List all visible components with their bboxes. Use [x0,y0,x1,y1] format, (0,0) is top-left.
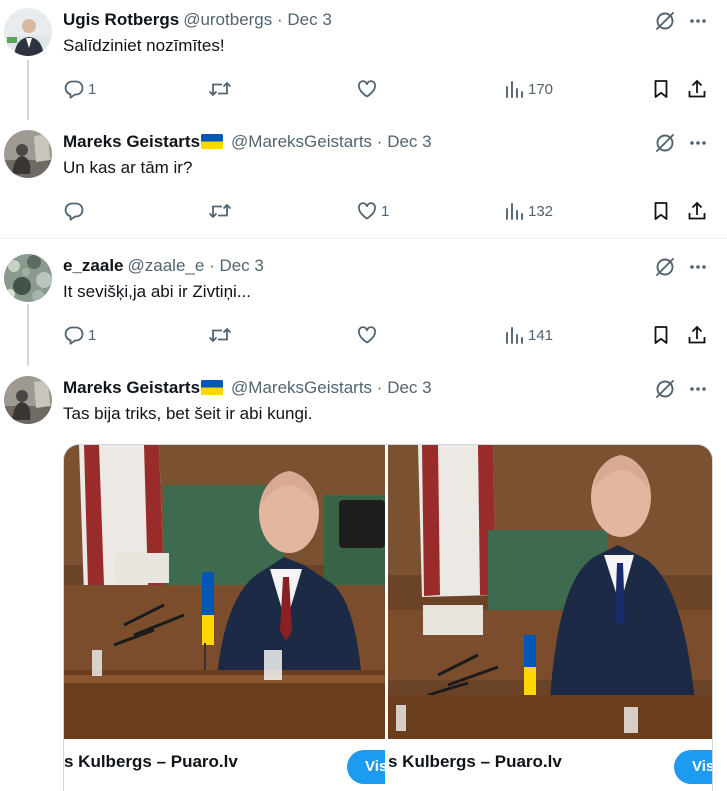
bookmark-icon [654,202,668,220]
share-button[interactable] [686,199,708,223]
share-icon [688,79,706,98]
like-count: 1 [381,202,390,220]
tweet-date[interactable]: Dec 3 [219,256,263,275]
view-count: 170 [528,80,554,98]
avatar[interactable] [4,254,52,302]
avatar[interactable] [4,376,52,424]
grok-icon[interactable] [654,132,676,154]
share-button[interactable] [686,323,708,347]
reply-count: 1 [88,326,97,344]
separator-dot: · [376,132,383,151]
reply-button[interactable]: 1 [63,323,96,347]
media-divider [385,445,388,791]
tweet-actions: 1 170 [0,77,727,101]
grok-icon[interactable] [654,378,676,400]
views-button[interactable]: 132 [503,199,553,223]
more-icon[interactable] [686,132,710,154]
heart-icon [358,326,376,344]
heart-icon [358,202,376,220]
avatar[interactable] [4,8,52,56]
author-name[interactable]: Mareks Geistarts [63,132,200,151]
retweet-button[interactable] [207,199,236,223]
heart-icon [358,80,376,98]
more-icon[interactable] [686,378,710,400]
tweet-text: Tas bija triks, bet šeit ir abi kungi. [63,404,313,423]
card-caption[interactable]: s Kulbergs – Puaro.lv [64,752,238,772]
view-count: 141 [528,326,554,344]
reply-count: 1 [88,80,97,98]
retweet-button[interactable] [207,323,236,347]
share-icon [688,201,706,220]
card-caption-bar[interactable]: s Kulbergs – Puaro.lv Visit [388,739,712,791]
visit-button[interactable]: Visit [674,750,712,784]
retweet-icon [208,327,232,343]
ukraine-flag-icon [201,134,224,149]
media-gallery: s Kulbergs – Puaro.lv Visit s Kulbergs –… [63,444,713,791]
tweet-header: e_zaale @zaale_e · Dec 3 [63,254,264,278]
views-button[interactable]: 170 [503,77,553,101]
like-button[interactable]: 1 [356,199,389,223]
ukraine-flag-icon [201,380,224,395]
like-button[interactable] [356,323,381,347]
bookmark-button[interactable] [650,199,672,223]
tweet-text: It sevišķi,ja abi ir Zivtiņi... [63,282,251,301]
bookmark-icon [654,326,668,344]
tweet-actions: 1 132 [0,199,727,223]
tweet-header: Mareks Geistarts @MareksGeistarts · Dec 3 [63,376,432,400]
author-handle[interactable]: @zaale_e [128,256,205,275]
reply-button[interactable] [63,199,88,223]
separator-dot: · [376,378,383,397]
tweet-actions: 1 141 [0,323,727,347]
retweet-icon [208,203,232,219]
media-photo[interactable] [64,445,385,739]
tweet-text: Salīdziniet nozīmītes! [63,36,225,55]
bookmark-button[interactable] [650,323,672,347]
author-handle[interactable]: @MareksGeistarts [231,132,372,151]
bookmark-button[interactable] [650,77,672,101]
tweet-date[interactable]: Dec 3 [287,10,331,29]
view-count: 132 [528,202,554,220]
tweet[interactable]: Mareks Geistarts @MareksGeistarts · Dec 3… [0,368,727,444]
author-handle[interactable]: @MareksGeistarts [231,378,372,397]
more-icon[interactable] [686,10,710,32]
tweet-header: Ugis Rotbergs @urotbergs · Dec 3 [63,8,332,32]
media-photo[interactable] [388,445,712,739]
card-caption[interactable]: s Kulbergs – Puaro.lv [388,752,562,772]
bookmark-icon [654,80,668,98]
reply-icon [64,326,84,345]
tweet-divider [0,238,727,239]
views-icon [506,327,523,344]
author-name[interactable]: Ugis Rotbergs [63,10,179,29]
views-icon [506,203,523,220]
grok-icon[interactable] [654,256,676,278]
author-name[interactable]: e_zaale [63,256,124,275]
tweet-date[interactable]: Dec 3 [387,132,431,151]
retweet-icon [208,81,232,97]
reply-icon [64,202,84,221]
card-caption-bar[interactable]: s Kulbergs – Puaro.lv Visit [64,739,425,791]
tweet-header: Mareks Geistarts @MareksGeistarts · Dec 3 [63,130,432,154]
tweet-date[interactable]: Dec 3 [387,378,431,397]
separator-dot: · [277,10,283,29]
views-button[interactable]: 141 [503,323,553,347]
tweet[interactable]: Mareks Geistarts @MareksGeistarts · Dec 3… [0,122,727,238]
grok-icon[interactable] [654,10,676,32]
views-icon [506,81,523,98]
tweet[interactable]: e_zaale @zaale_e · Dec 3 It sevišķi,ja ab… [0,246,727,362]
reply-icon [64,80,84,99]
separator-dot: · [209,256,215,275]
tweet[interactable]: Ugis Rotbergs @urotbergs · Dec 3 Salīdzin… [0,0,727,118]
retweet-button[interactable] [207,77,236,101]
share-icon [688,325,706,344]
tweet-text: Un kas ar tām ir? [63,158,193,177]
author-name[interactable]: Mareks Geistarts [63,378,200,397]
author-handle[interactable]: @urotbergs [183,10,272,29]
share-button[interactable] [686,77,708,101]
reply-button[interactable]: 1 [63,77,96,101]
like-button[interactable] [356,77,381,101]
more-icon[interactable] [686,256,710,278]
avatar[interactable] [4,130,52,178]
